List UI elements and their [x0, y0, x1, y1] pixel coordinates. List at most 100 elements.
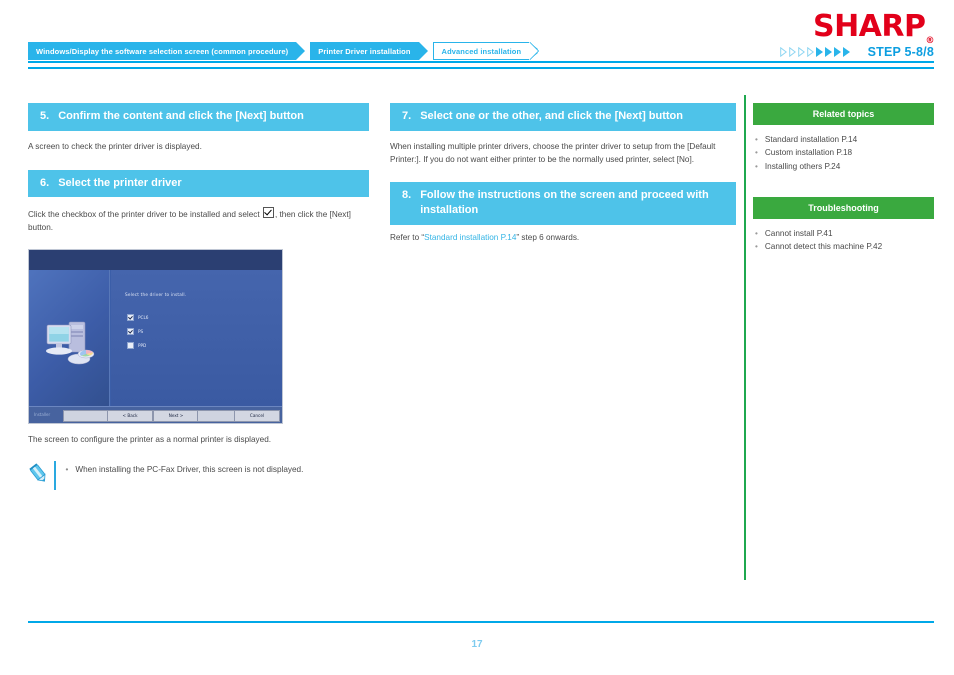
page-number: 17 [471, 639, 483, 650]
triangle-filled-icon [815, 47, 823, 57]
installer-option-label: PS [138, 328, 144, 334]
note-label: When installing the PC-Fax Driver, this … [75, 464, 304, 474]
note-bullet: • [65, 464, 69, 474]
pencil-icon-wrapper [28, 461, 54, 490]
triangle-outline-icon [779, 47, 787, 57]
step-5-heading: 5. Confirm the content and click the [Ne… [28, 103, 369, 131]
breadcrumb-label: Advanced installation [441, 46, 522, 56]
breadcrumb-item-printer-driver-installation[interactable]: Printer Driver installation [310, 42, 428, 60]
installer-option-ppd[interactable]: PPD [127, 341, 147, 349]
bullet-icon: • [755, 135, 758, 144]
step-7-heading: 7. Select one or the other, and click th… [390, 103, 736, 131]
right-column: Related topics • Standard installation P… [753, 103, 934, 253]
note-callout: • When installing the PC-Fax Driver, thi… [28, 460, 369, 490]
step-7-body: When installing multiple printer drivers… [390, 141, 716, 164]
installer-content-panel: Select the driver to install. PCL6 PS PP… [111, 269, 282, 407]
troubleshooting-label: Cannot detect this machine P.42 [764, 242, 883, 252]
step-8-body: Refer to “Standard installation P.14” st… [390, 232, 736, 245]
column-divider [744, 95, 746, 580]
step-6-heading: 6. Select the printer driver [28, 169, 369, 198]
breadcrumb-item-advanced-installation[interactable]: Advanced installation [432, 42, 539, 60]
step-8-body-after: ” step 6 onwards. [516, 232, 580, 242]
troubleshooting-list: • Cannot install P.41 • Cannot detect th… [753, 227, 934, 254]
footer-rule [28, 621, 934, 623]
troubleshooting-heading: Troubleshooting [753, 196, 934, 219]
related-topics-heading: Related topics [753, 103, 934, 125]
installer-button-filler [63, 409, 109, 422]
list-item[interactable]: • Installing others P.24 [753, 160, 934, 173]
checked-checkbox-icon [262, 207, 274, 219]
header-rule-top [28, 61, 934, 63]
installer-option-label: PCL6 [138, 314, 149, 320]
related-topics-list: • Standard installation P.14 • Custom in… [753, 133, 934, 173]
sharp-logo-text: SHARP [812, 9, 926, 44]
installer-button-filler [197, 409, 236, 422]
note-accent-bar [54, 460, 56, 490]
installer-caption: The screen to configure the printer as a… [28, 434, 272, 444]
triangle-outline-icon [806, 47, 814, 57]
header-rule-bottom [28, 67, 934, 69]
installer-brand-label: Installer [34, 411, 51, 417]
related-topic-label: Installing others P.24 [764, 161, 841, 171]
installer-button-bar: Installer < Back Next > Cancel [29, 405, 282, 423]
list-item[interactable]: • Cannot install P.41 [753, 227, 934, 240]
pencil-icon [29, 462, 46, 482]
breadcrumb: Windows/Display the software selection s… [28, 42, 543, 60]
middle-column: 7. Select one or the other, and click th… [390, 103, 736, 245]
breadcrumb-item-windows-display[interactable]: Windows/Display the software selection s… [28, 42, 306, 60]
installer-cancel-button[interactable]: Cancel [234, 409, 280, 422]
triangle-filled-icon [824, 47, 832, 57]
breadcrumb-label: Windows/Display the software selection s… [36, 46, 289, 56]
step-8-body-before: Refer to “ [390, 232, 425, 242]
installer-side-panel [29, 269, 110, 407]
list-item[interactable]: • Cannot detect this machine P.42 [753, 240, 934, 253]
list-item[interactable]: • Standard installation P.14 [753, 133, 934, 146]
step-5-title: Confirm the content and click the [Next]… [58, 110, 304, 122]
breadcrumb-arrow-edge-bottom [528, 52, 539, 60]
installer-title-bar [29, 249, 282, 270]
step-6-body: Click the checkbox of the printer driver… [28, 207, 369, 234]
installer-dialog-screenshot: Select the driver to install. PCL6 PS PP… [28, 248, 283, 424]
computer-cd-illustration-icon [46, 321, 95, 365]
checkbox-unchecked-icon[interactable] [127, 341, 134, 349]
bullet-icon: • [755, 161, 758, 171]
checkbox-checked-icon[interactable] [127, 327, 134, 335]
installer-option-label: PPD [138, 342, 147, 348]
step-6-title: Select the printer driver [58, 176, 182, 189]
triangle-filled-icon [842, 47, 850, 57]
sharp-logo: SHARP® [812, 9, 935, 46]
installer-back-button[interactable]: < Back [107, 409, 153, 422]
step-8-number: 8. [402, 189, 412, 202]
installer-prompt-text: Select the driver to install. [125, 291, 187, 297]
installer-option-ps[interactable]: PS [127, 327, 144, 335]
step-progress-indicator: STEP 5-8/8 [779, 45, 934, 59]
link-standard-installation[interactable]: Standard installation P.14 [424, 233, 516, 242]
checkbox-checked-icon[interactable] [127, 313, 134, 321]
bullet-icon: • [755, 228, 758, 238]
related-topic-label: Standard installation P.14 [764, 135, 858, 144]
installer-option-pcl6[interactable]: PCL6 [127, 313, 149, 321]
breadcrumb-arrow-edge-top [528, 42, 539, 50]
installer-next-button[interactable]: Next > [153, 409, 199, 422]
triangle-filled-icon [833, 47, 841, 57]
related-topic-label: Custom installation P.18 [764, 148, 853, 158]
step-6-body-before: Click the checkbox of the printer driver… [28, 210, 260, 220]
note-text: • When installing the PC-Fax Driver, thi… [66, 461, 304, 476]
step-6-number: 6. [40, 176, 50, 189]
troubleshooting-label: Cannot install P.41 [764, 228, 833, 238]
step-8-heading: 8. Follow the instructions on the screen… [390, 182, 736, 225]
step-5-body: A screen to check the printer driver is … [28, 141, 202, 151]
left-column: 5. Confirm the content and click the [Ne… [28, 103, 369, 490]
step-7-title: Select one or the other, and click the [… [420, 110, 684, 122]
triangle-outline-icon [797, 47, 805, 57]
bullet-icon: • [755, 242, 758, 252]
triangle-outline-icon [788, 47, 796, 57]
bullet-icon: • [755, 148, 758, 158]
step-label: STEP 5-8/8 [867, 45, 934, 59]
step-8-title: Follow the instructions on the screen an… [420, 189, 709, 217]
list-item[interactable]: • Custom installation P.18 [753, 146, 934, 159]
breadcrumb-label: Printer Driver installation [318, 46, 411, 56]
step-5-number: 5. [40, 110, 50, 122]
